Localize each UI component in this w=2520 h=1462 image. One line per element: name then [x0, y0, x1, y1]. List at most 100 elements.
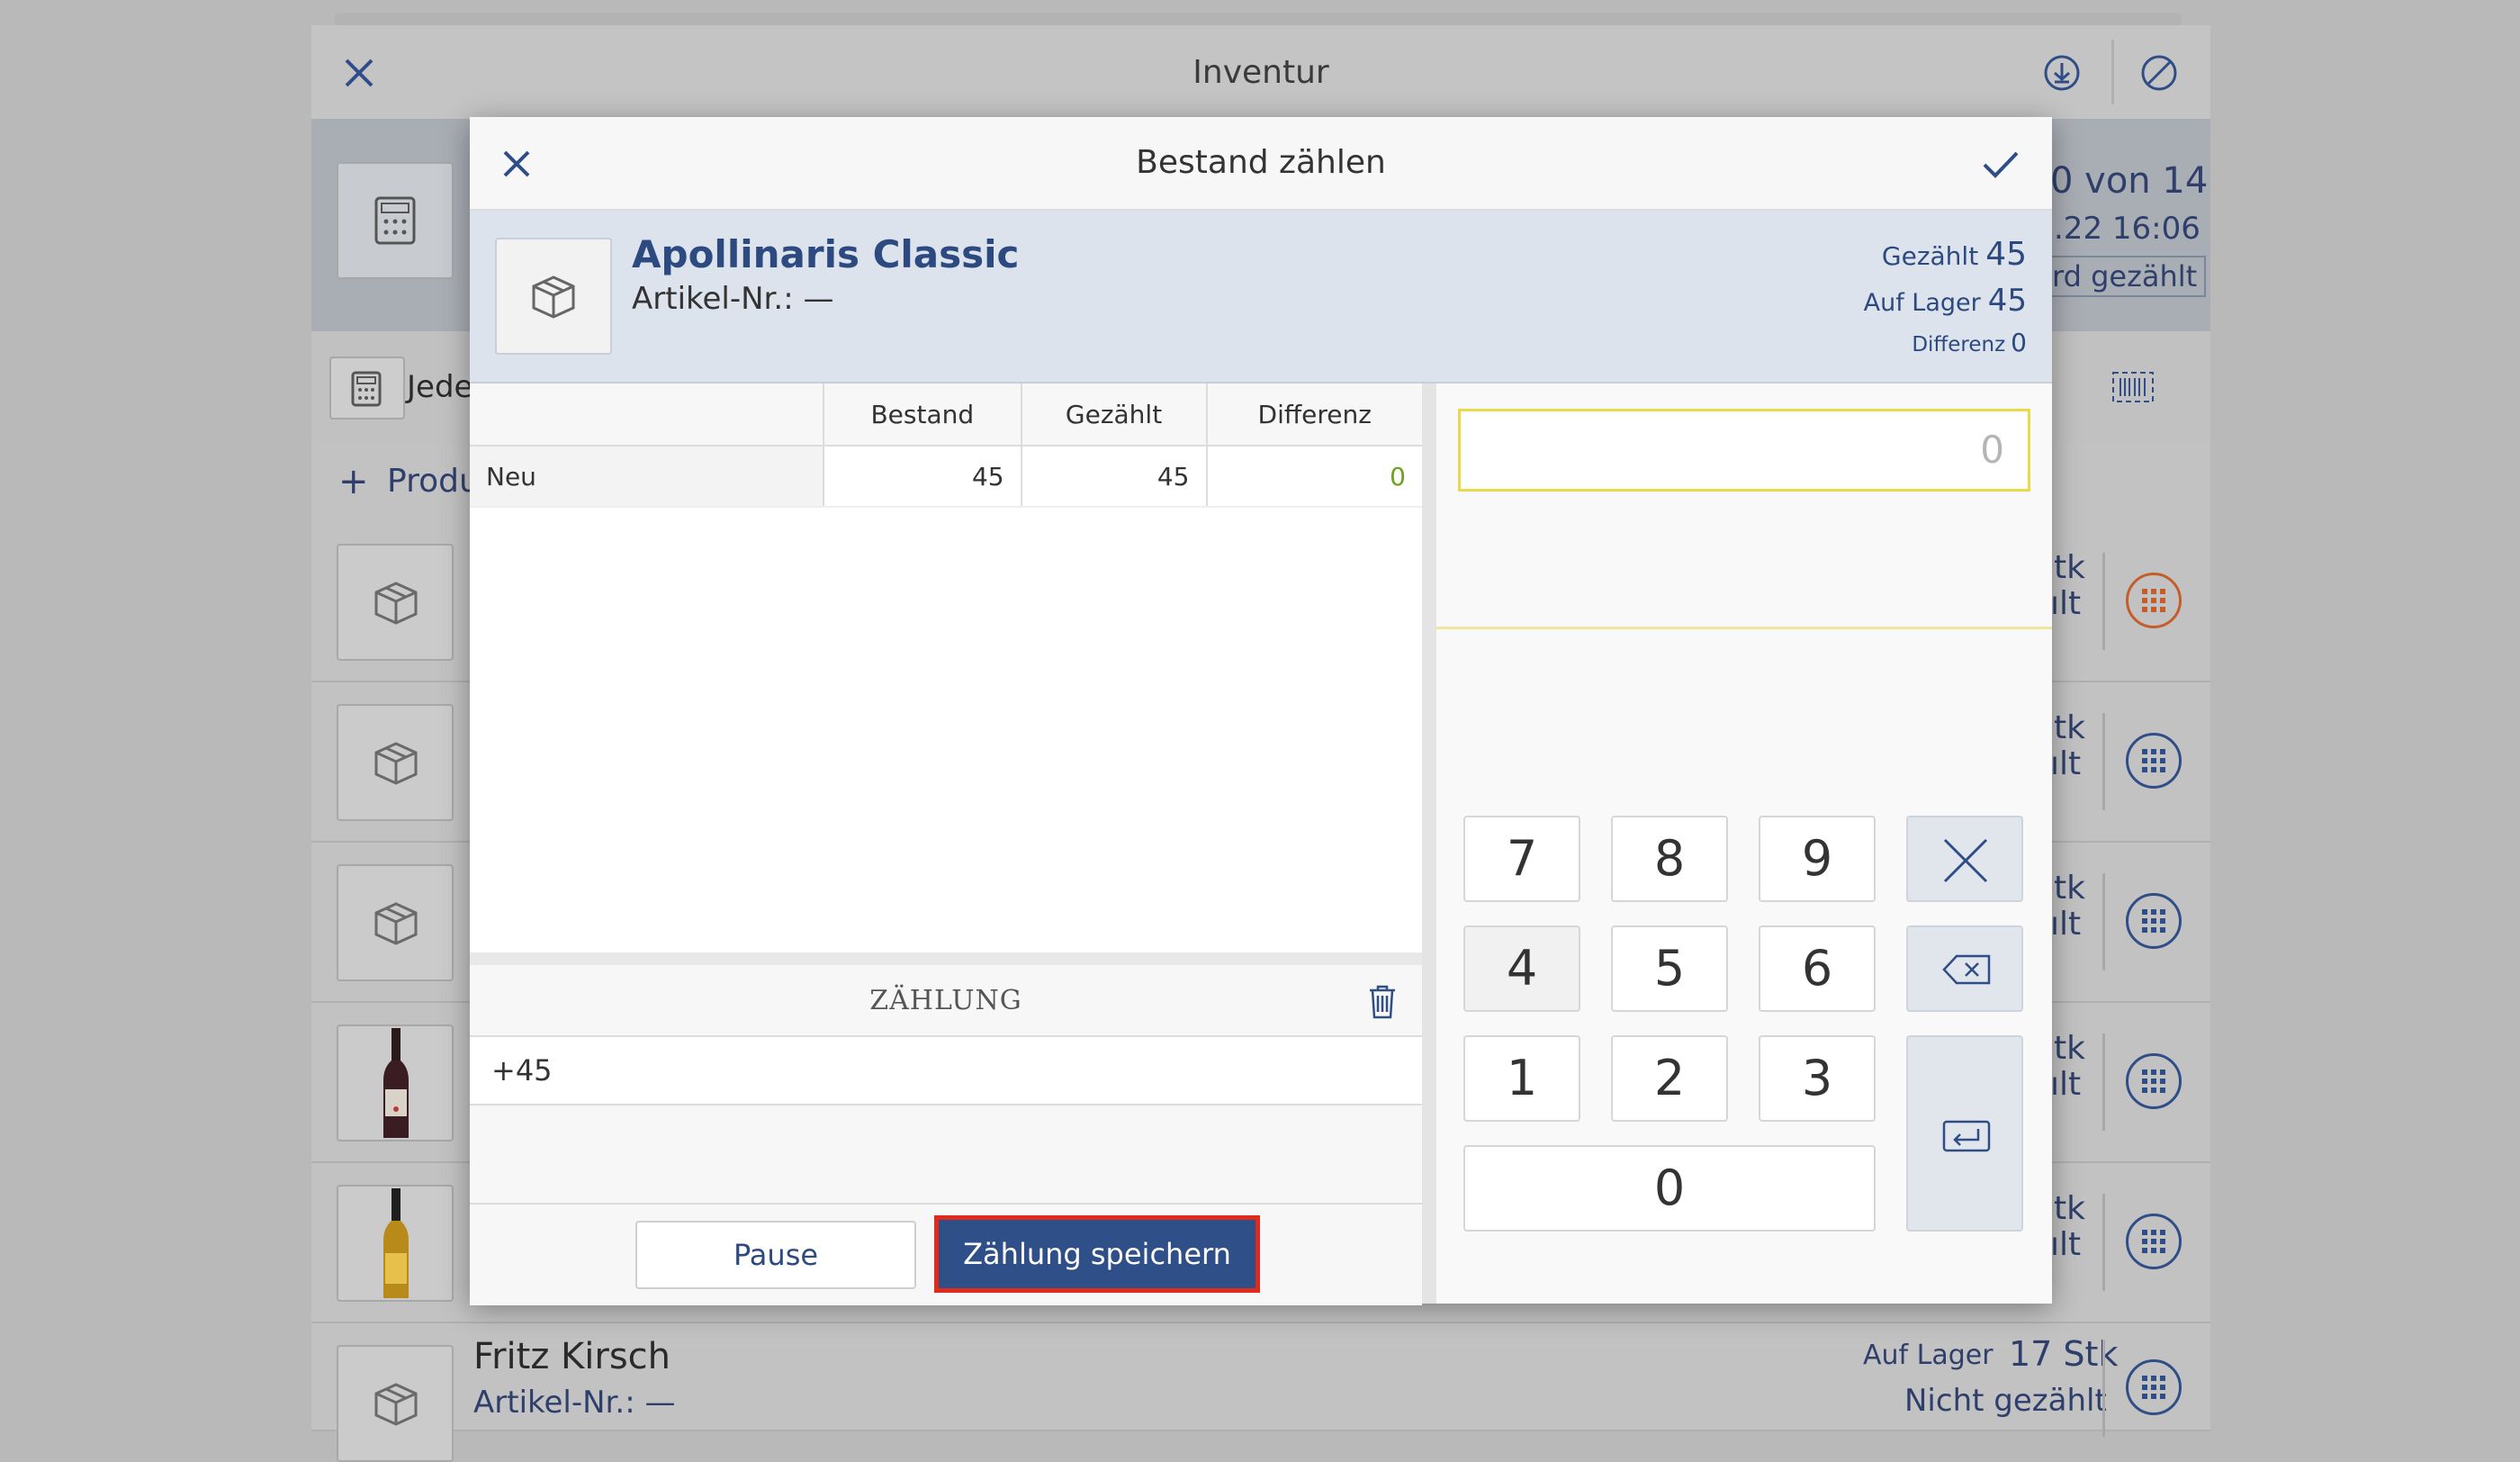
bottle-image [383, 1188, 409, 1298]
grid-icon[interactable] [2126, 893, 2182, 949]
product-thumb [337, 704, 454, 821]
count-log-value: +45 [491, 1053, 553, 1087]
key-0[interactable]: 0 [1463, 1145, 1876, 1232]
grid-icon[interactable] [2126, 1053, 2182, 1109]
section-divider [470, 952, 1422, 965]
counted-stat: Gezählt 45 [1882, 236, 2027, 273]
key-8[interactable]: 8 [1611, 816, 1728, 902]
key-9[interactable]: 9 [1759, 816, 1876, 902]
row-divider [2102, 553, 2105, 650]
backspace-icon [1942, 954, 1991, 985]
backspace-button[interactable] [1906, 925, 2023, 1012]
table-cell: Neu [470, 446, 824, 508]
row-partial-status: ılt [2050, 745, 2082, 782]
list-item[interactable]: Fritz Kirsch Artikel-Nr.: — Auf Lager 17… [311, 1323, 2210, 1462]
status-text: Nicht gezählt [1904, 1383, 2107, 1419]
product-name: Fritz Kirsch [473, 1336, 671, 1377]
clear-button[interactable] [1906, 816, 2023, 902]
table-header [470, 384, 824, 447]
table-header: Differenz [1205, 384, 1422, 447]
stock-value: 45 [1987, 283, 2027, 319]
product-nr: Artikel-Nr.: — [473, 1385, 676, 1421]
enter-button[interactable] [1906, 1035, 2023, 1232]
table-cell: 45 [1020, 446, 1207, 508]
key-1[interactable]: 1 [1463, 1035, 1580, 1122]
product-name: Apollinaris Classic [632, 232, 1020, 276]
barcode-icon[interactable] [2111, 371, 2155, 403]
stock-stat: Auf Lager 45 [1864, 283, 2027, 319]
cancel-icon[interactable] [2140, 54, 2178, 92]
background-title: Inventur [1192, 54, 1329, 91]
count-text: 0 von 14 [2050, 160, 2209, 202]
product-thumb [495, 238, 612, 355]
inventory-table: Bestand Gezählt Differenz Neu 45 45 0 [470, 384, 1422, 508]
count-log-title: ZÄHLUNG [869, 985, 1022, 1016]
keypad-pane: 0 7 8 9 4 5 6 1 2 3 0 [1436, 384, 2052, 1304]
key-7[interactable]: 7 [1463, 816, 1580, 902]
grid-icon[interactable] [2126, 733, 2182, 789]
header-divider [2111, 40, 2114, 104]
row-divider [2102, 713, 2105, 810]
count-dialog: Bestand zählen Apollinaris Classic Artik… [470, 117, 2052, 1305]
key-2[interactable]: 2 [1611, 1035, 1728, 1122]
table-cell: 0 [1205, 446, 1422, 508]
key-3[interactable]: 3 [1759, 1035, 1876, 1122]
dialog-title: Bestand zählen [1136, 144, 1386, 181]
grid-icon[interactable] [2126, 573, 2182, 628]
table-header: Bestand [823, 384, 1022, 447]
product-thumb [337, 544, 454, 661]
diff-label: Differenz [1912, 333, 2006, 356]
row-partial-unit: tk [2054, 709, 2085, 746]
dialog-footer: Pause Zählung speichern [470, 1203, 1422, 1305]
product-thumb [337, 1024, 454, 1142]
row-divider [2102, 1194, 2105, 1291]
download-icon[interactable] [2043, 54, 2081, 92]
counted-value: 45 [1985, 236, 2027, 273]
box-icon [374, 1383, 418, 1426]
row-partial-unit: tk [2054, 549, 2085, 586]
close-icon [1943, 838, 1988, 883]
diff-stat: Differenz 0 [1912, 328, 2027, 357]
table-header: Gezählt [1020, 384, 1207, 447]
diff-value: 0 [2011, 328, 2027, 357]
row-partial-unit: tk [2054, 1190, 2085, 1227]
key-4[interactable]: 4 [1463, 925, 1580, 1012]
row-partial-status: ılt [2050, 906, 2082, 943]
pause-button[interactable]: Pause [635, 1221, 916, 1289]
table-cell: 45 [823, 446, 1022, 508]
row-partial-status: ılt [2050, 1066, 2082, 1103]
row-divider [2102, 1033, 2105, 1131]
key-5[interactable]: 5 [1611, 925, 1728, 1012]
grid-icon[interactable] [2126, 1214, 2182, 1269]
background-header: Inventur [311, 25, 2210, 121]
product-thumb [337, 864, 454, 981]
quantity-input-value: 0 [1980, 428, 2004, 472]
trash-icon[interactable] [1366, 983, 1399, 1019]
pane-divider [1422, 384, 1436, 1304]
table-row[interactable]: Neu 45 45 0 [470, 446, 1422, 508]
counted-label: Gezählt [1881, 241, 1979, 271]
check-icon[interactable] [1982, 149, 2020, 180]
product-thumb [337, 1345, 454, 1462]
row-divider [2102, 1340, 2105, 1437]
quantity-input[interactable]: 0 [1458, 409, 2030, 492]
input-underline [1436, 627, 2052, 629]
count-log-header: ZÄHLUNG [470, 965, 1422, 1037]
row-divider [2102, 873, 2105, 970]
save-count-button[interactable]: Zählung speichern [934, 1215, 1260, 1293]
plus-icon: + [338, 461, 369, 502]
filter-calculator-button[interactable] [329, 356, 405, 420]
box-icon [374, 742, 418, 785]
count-detail-pane: Bestand Gezählt Differenz Neu 45 45 0 ZÄ… [470, 384, 1422, 1305]
key-6[interactable]: 6 [1759, 925, 1876, 1012]
row-partial-status: ılt [2050, 1226, 2082, 1263]
box-icon [532, 275, 575, 319]
status-badge: rd gezählt [2043, 256, 2207, 297]
grid-icon[interactable] [2126, 1359, 2182, 1415]
filter-text[interactable]: Jede [407, 369, 472, 405]
count-log-empty [470, 1106, 1422, 1203]
calculator-icon [351, 371, 382, 407]
calculator-thumb [337, 162, 454, 279]
box-icon [374, 582, 418, 625]
bottle-image [383, 1028, 409, 1138]
